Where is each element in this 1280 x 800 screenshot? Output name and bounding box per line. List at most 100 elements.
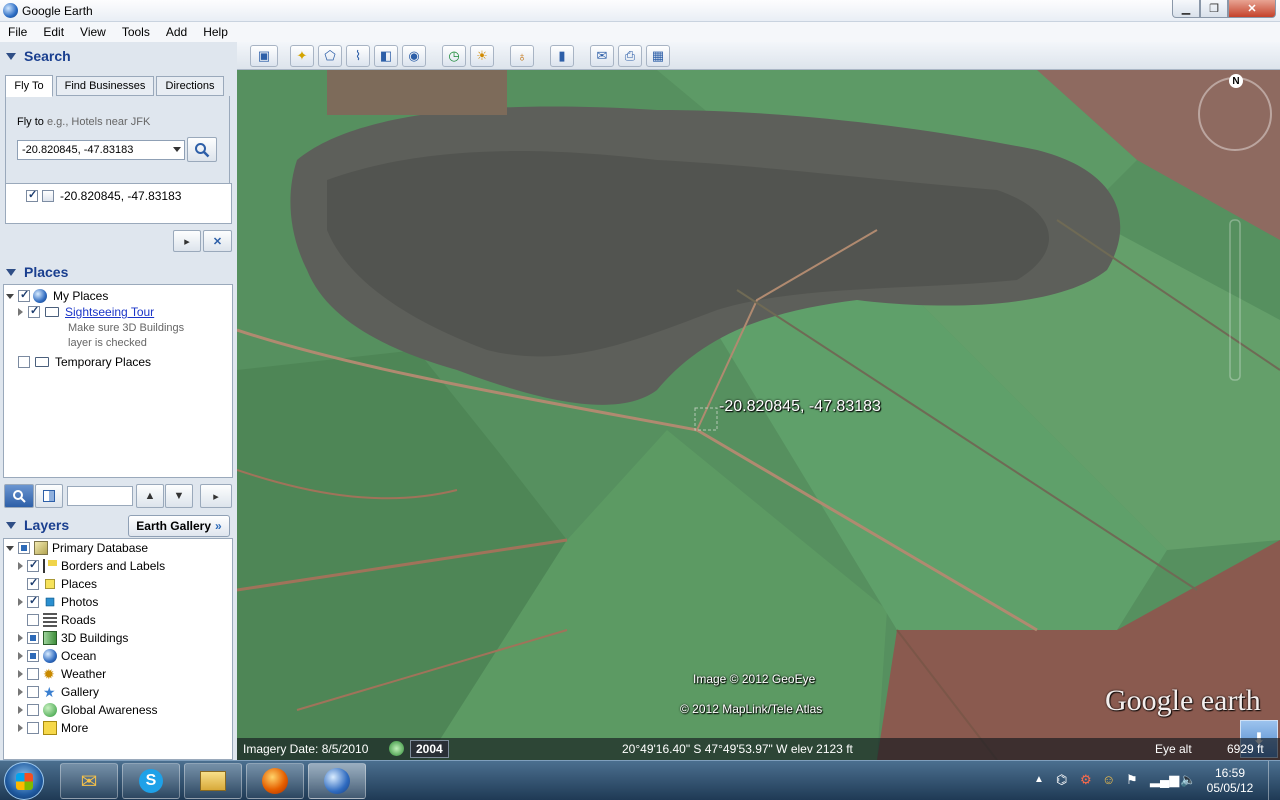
expand-arrow-icon[interactable] [18, 598, 23, 606]
tree-item-my-places[interactable]: My Places [6, 288, 108, 303]
menu-help[interactable]: Help [195, 25, 236, 39]
expand-arrow-icon[interactable] [18, 308, 23, 316]
layer-more[interactable]: More [18, 719, 250, 737]
historical-year-button[interactable]: 2004 [410, 740, 449, 758]
network-device-icon[interactable]: ⌬ [1056, 772, 1067, 788]
expand-arrow-icon[interactable] [6, 293, 14, 299]
layer-primary-database[interactable]: Primary Database [6, 539, 238, 557]
copy-to-places-button[interactable]: ▸ [173, 230, 201, 252]
layer-checkbox[interactable] [27, 668, 39, 680]
history-clock-icon[interactable] [389, 741, 404, 756]
move-down-button[interactable]: ▼ [165, 484, 193, 508]
expand-arrow-icon[interactable] [18, 724, 23, 732]
wifi-signal-icon[interactable]: ▂▄▆ [1150, 772, 1179, 788]
dropdown-arrow-icon[interactable] [173, 147, 181, 152]
placemark-label[interactable]: -20.820845, -47.83183 [719, 398, 881, 416]
tab-find-businesses[interactable]: Find Businesses [56, 76, 154, 96]
action-center-flag-icon[interactable]: ⚑ [1126, 772, 1138, 788]
north-indicator[interactable]: N [1229, 74, 1243, 88]
panel-toggle-button[interactable] [35, 484, 63, 508]
my-places-checkbox[interactable] [18, 288, 30, 302]
places-filter-input[interactable] [67, 486, 133, 506]
taskbar-skype[interactable]: S [122, 763, 180, 799]
places-search-button[interactable] [4, 484, 34, 508]
menu-view[interactable]: View [72, 25, 114, 39]
taskbar-google-earth[interactable] [308, 763, 366, 799]
tree-item-temporary-places[interactable]: Temporary Places [18, 355, 151, 369]
expand-arrow-icon[interactable] [18, 652, 23, 660]
menu-add[interactable]: Add [158, 25, 195, 39]
record-tour-button[interactable]: ◉ [402, 45, 426, 67]
expand-arrow-icon[interactable] [18, 688, 23, 696]
menu-tools[interactable]: Tools [114, 25, 158, 39]
tab-fly-to[interactable]: Fly To [5, 75, 53, 97]
places-section-header[interactable]: Places [0, 260, 233, 284]
layer-checkbox[interactable] [27, 576, 39, 590]
start-button[interactable] [4, 762, 44, 800]
layer-weather[interactable]: ✹ Weather [18, 665, 250, 683]
layer-photos[interactable]: Photos [18, 593, 250, 611]
layer-roads[interactable]: Roads [18, 611, 250, 629]
result-checkbox[interactable] [26, 188, 38, 202]
security-icon[interactable]: ⚙ [1080, 772, 1092, 788]
collapse-arrow-icon[interactable] [6, 52, 16, 60]
layer-checkbox[interactable] [27, 632, 39, 644]
expand-arrow-icon[interactable] [18, 634, 23, 642]
show-hidden-icons-button[interactable]: ▲ [1034, 774, 1044, 785]
taskbar-firefox[interactable] [246, 763, 304, 799]
tab-directions[interactable]: Directions [156, 76, 224, 96]
expand-arrow-icon[interactable] [6, 545, 14, 551]
collapse-arrow-icon[interactable] [6, 521, 16, 529]
search-section-header[interactable]: Search [0, 44, 233, 68]
layer-global-awareness[interactable]: Global Awareness [18, 701, 250, 719]
taskbar-messenger[interactable]: ✉ [60, 763, 118, 799]
tree-item-sightseeing-tour[interactable]: Sightseeing Tour [18, 304, 154, 319]
layer-gallery[interactable]: ★ Gallery [18, 683, 250, 701]
search-result-item[interactable]: -20.820845, -47.83183 [26, 188, 181, 203]
show-desktop-button[interactable] [1268, 761, 1280, 800]
switch-planet-button[interactable]: ♁ [510, 45, 534, 67]
historical-imagery-button[interactable]: ◷ [442, 45, 466, 67]
move-up-button[interactable]: ▲ [136, 484, 164, 508]
add-path-button[interactable]: ⌇ [346, 45, 370, 67]
search-button[interactable] [187, 137, 217, 162]
earth-3d-view[interactable]: N -20.820845, -47.83183 Image © 2012 Geo… [237, 70, 1280, 760]
sightseeing-link[interactable]: Sightseeing Tour [65, 305, 154, 319]
volume-icon[interactable]: 🔈 [1180, 772, 1196, 788]
add-image-overlay-button[interactable]: ◧ [374, 45, 398, 67]
collapse-arrow-icon[interactable] [6, 268, 16, 276]
fly-to-input[interactable]: -20.820845, -47.83183 [17, 140, 185, 160]
expand-arrow-icon[interactable] [18, 670, 23, 678]
sunlight-button[interactable]: ☀ [470, 45, 494, 67]
sightseeing-checkbox[interactable] [28, 304, 40, 318]
layer-checkbox[interactable] [27, 650, 39, 662]
close-button[interactable]: ✕ [1228, 0, 1276, 18]
layer-borders-and-labels[interactable]: Borders and Labels [18, 557, 250, 575]
layer-checkbox[interactable] [27, 704, 39, 716]
temporary-places-checkbox[interactable] [18, 356, 30, 368]
menu-edit[interactable]: Edit [35, 25, 72, 39]
minimize-button[interactable]: ▁ [1172, 0, 1200, 18]
layer-ocean[interactable]: Ocean [18, 647, 250, 665]
layer-checkbox[interactable] [27, 614, 39, 626]
email-button[interactable]: ✉ [590, 45, 614, 67]
add-polygon-button[interactable]: ⬠ [318, 45, 342, 67]
clear-search-button[interactable]: ✕ [203, 230, 232, 252]
view-in-maps-button[interactable]: ▦ [646, 45, 670, 67]
maximize-button[interactable]: ❐ [1200, 0, 1228, 18]
layer-3d-buildings[interactable]: 3D Buildings [18, 629, 250, 647]
taskbar-explorer[interactable] [184, 763, 242, 799]
layer-checkbox[interactable] [18, 542, 30, 554]
expand-arrow-icon[interactable] [18, 706, 23, 714]
layer-checkbox[interactable] [27, 686, 39, 698]
expand-arrow-icon[interactable] [18, 562, 23, 570]
clock[interactable]: 16:59 05/05/12 [1198, 766, 1262, 796]
add-placemark-button[interactable]: ✦ [290, 45, 314, 67]
earth-gallery-button[interactable]: Earth Gallery » [128, 515, 230, 537]
layer-checkbox[interactable] [27, 594, 39, 608]
layer-checkbox[interactable] [27, 558, 39, 572]
print-button[interactable]: ⎙ [618, 45, 642, 67]
hide-sidebar-button[interactable]: ▣ [250, 45, 278, 67]
layer-checkbox[interactable] [27, 722, 39, 734]
places-more-button[interactable]: ▸ [200, 484, 232, 508]
